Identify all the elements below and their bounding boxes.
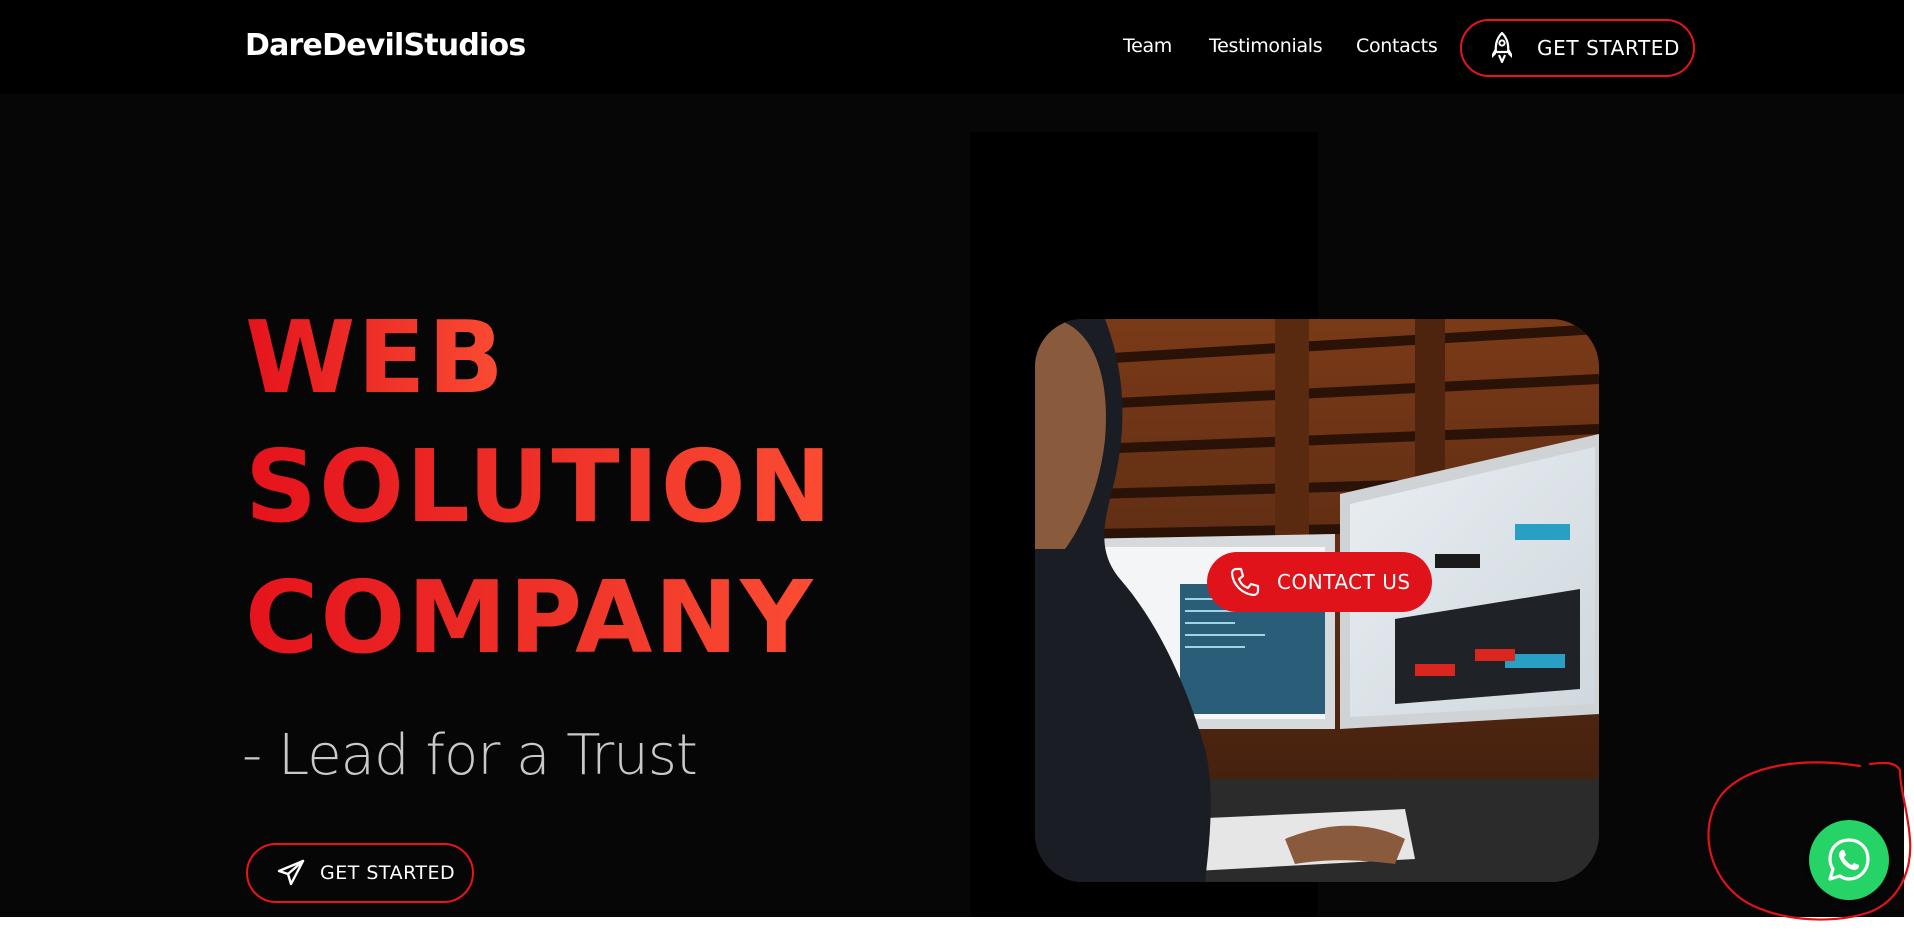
headline-line-3: COMPANY — [245, 559, 815, 676]
whatsapp-chat-button[interactable] — [1809, 820, 1889, 900]
contact-us-button[interactable]: CONTACT US — [1207, 552, 1432, 612]
nav-link-team[interactable]: Team — [1123, 35, 1172, 57]
get-started-header-button[interactable]: GET STARTED — [1460, 19, 1695, 77]
whatsapp-icon — [1824, 835, 1874, 885]
nav-link-contacts[interactable]: Contacts — [1356, 35, 1438, 57]
get-started-hero-button[interactable]: GET STARTED — [246, 843, 474, 903]
hero-tagline: - Lead for a Trust — [242, 723, 698, 788]
site-logo[interactable]: DareDevilStudios — [245, 28, 526, 63]
rocket-icon — [1489, 32, 1515, 64]
nav-link-testimonials[interactable]: Testimonials — [1209, 35, 1323, 57]
contact-us-label: CONTACT US — [1277, 570, 1411, 594]
get-started-header-label: GET STARTED — [1537, 36, 1681, 60]
headline-line-2: SOLUTION — [245, 428, 834, 545]
page: DareDevilStudios Team Testimonials Conta… — [0, 0, 1914, 932]
site-header: DareDevilStudios Team Testimonials Conta… — [0, 0, 1904, 94]
headline-line-1: WEB — [245, 299, 506, 416]
phone-icon — [1229, 566, 1261, 598]
paper-plane-icon — [276, 858, 306, 888]
get-started-hero-label: GET STARTED — [320, 862, 456, 884]
